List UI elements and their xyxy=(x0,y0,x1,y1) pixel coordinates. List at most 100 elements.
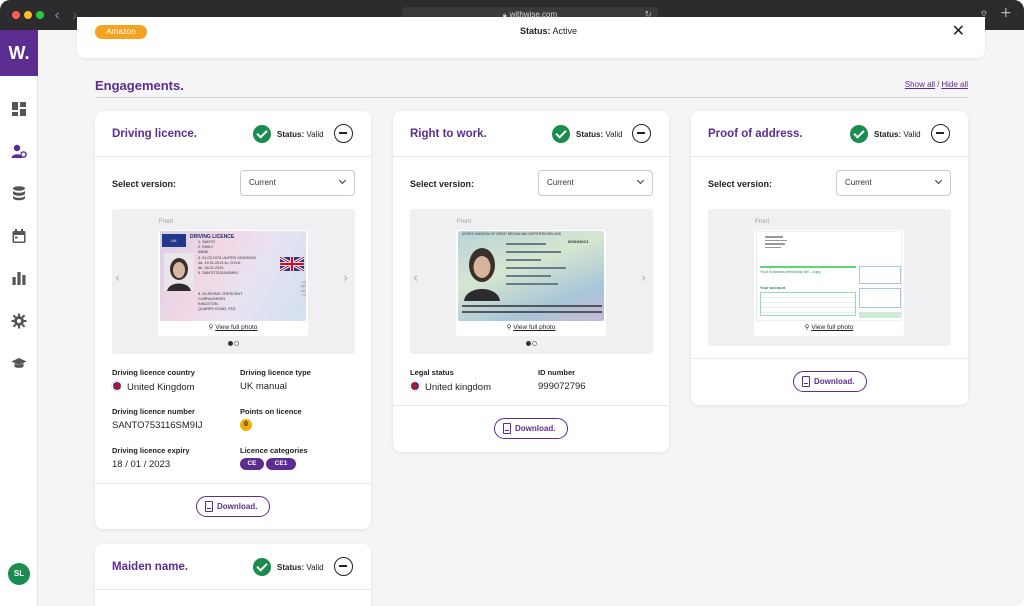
view-full-photo-link[interactable]: ⚲ View full photo xyxy=(456,323,606,331)
side-label: Front xyxy=(755,219,770,225)
close-window-dot[interactable] xyxy=(12,11,20,19)
country-code-badge: UK xyxy=(162,234,186,247)
field-value: 18 / 01 / 2023 xyxy=(112,459,171,470)
driving-licence-card: Driving licence. Status: Valid Select ve… xyxy=(95,111,371,529)
pager-dot[interactable] xyxy=(532,341,537,346)
mrz-lines xyxy=(462,305,602,313)
view-full-photo-link[interactable]: ⚲ View full photo xyxy=(754,323,904,331)
document-photo[interactable]: DRIVING LICENCE UK 1. SANTO 2. EMILY ANNE… xyxy=(158,230,308,336)
dashboard-icon[interactable] xyxy=(11,101,27,117)
gear-icon[interactable] xyxy=(11,313,27,329)
field-value: 999072796 xyxy=(538,381,586,392)
divider xyxy=(95,97,968,98)
version-select[interactable]: Current xyxy=(538,170,653,196)
pdf-icon xyxy=(503,423,511,434)
collapse-button[interactable] xyxy=(632,124,651,143)
maiden-name-card: Maiden name. Status: Valid xyxy=(95,544,371,606)
side-label: Front xyxy=(457,219,472,225)
version-select[interactable]: Current xyxy=(240,170,355,196)
field-value: SANTO753116SM9IJ xyxy=(112,420,203,431)
uk-flag-icon xyxy=(112,381,122,391)
chevron-left-icon[interactable]: ‹ xyxy=(54,7,60,23)
licence-details: 1. SANTO 2. EMILY ANNE 3. 01.03.1976 UNITE… xyxy=(198,240,256,276)
driving-licence-image: DRIVING LICENCE UK 1. SANTO 2. EMILY ANNE… xyxy=(160,231,306,321)
collapse-button[interactable] xyxy=(334,557,353,576)
passport-details xyxy=(506,243,602,291)
employer-badge: Amazon xyxy=(95,25,147,39)
right-to-work-card: Right to work. Status: Valid Select vers… xyxy=(393,111,669,452)
pager-dot-active[interactable] xyxy=(228,341,233,346)
bill-address-block xyxy=(765,236,787,248)
chevron-left-icon[interactable]: ‹ xyxy=(115,271,120,286)
chevron-right-icon[interactable]: › xyxy=(343,271,348,286)
check-circle-icon xyxy=(850,125,868,143)
bill-account: Your account xyxy=(760,285,786,290)
plus-icon[interactable]: + xyxy=(1000,6,1012,20)
field-label: Driving licence country xyxy=(112,368,195,377)
check-circle-icon xyxy=(253,558,271,576)
document-photo[interactable]: Your business electricity bill - copy Yo… xyxy=(754,230,904,336)
field-label: Driving licence expiry xyxy=(112,446,190,455)
user-settings-icon[interactable] xyxy=(11,143,27,159)
card-title: Proof of address. xyxy=(708,128,803,140)
country-value: United Kingdom xyxy=(112,381,195,393)
passport-header: UNITED KINGDOM OF GREAT BRITAIN AND NORT… xyxy=(462,232,562,236)
passport-image: UNITED KINGDOM OF GREAT BRITAIN AND NORT… xyxy=(458,231,604,321)
show-all-link[interactable]: Show all xyxy=(905,80,935,89)
logo[interactable]: W. xyxy=(0,30,38,76)
collapse-button[interactable] xyxy=(931,124,950,143)
calendar-icon[interactable] xyxy=(11,228,27,244)
field-label: ID number xyxy=(538,368,576,377)
legal-status-value: United kingdom xyxy=(410,381,491,393)
chevron-right-icon[interactable]: › xyxy=(641,271,646,286)
hide-all-link[interactable]: Hide all xyxy=(941,80,968,89)
minimize-window-dot[interactable] xyxy=(24,11,32,19)
collapse-button[interactable] xyxy=(334,124,353,143)
chevron-left-icon[interactable]: ‹ xyxy=(413,271,418,286)
close-icon[interactable]: ✕ xyxy=(952,21,965,40)
field-label: Driving licence type xyxy=(240,368,311,377)
union-flag-icon xyxy=(280,257,304,271)
avatar[interactable]: SL xyxy=(8,563,30,585)
chevron-down-icon xyxy=(934,176,943,185)
search-icon: ⚲ xyxy=(506,323,512,331)
document-gallery: Front Your business electricity bill - c… xyxy=(708,209,951,346)
divider xyxy=(95,589,371,590)
chevron-down-icon xyxy=(338,176,347,185)
proof-of-address-card: Proof of address. Status: Valid Select v… xyxy=(691,111,968,405)
chevron-down-icon xyxy=(636,176,645,185)
field-label: Licence categories xyxy=(240,446,308,455)
licence-address: 8. 26 IRVING CRESCENT CURRAGHEEN KINGSTON… xyxy=(198,292,243,311)
pager-dot[interactable] xyxy=(234,341,239,346)
database-icon[interactable] xyxy=(11,185,27,201)
bill-side-box xyxy=(859,288,901,308)
portrait-photo xyxy=(164,253,194,291)
document-photo[interactable]: UNITED KINGDOM OF GREAT BRITAIN AND NORT… xyxy=(456,230,606,336)
divider xyxy=(691,156,968,157)
search-icon: ⚲ xyxy=(804,323,810,331)
pdf-icon xyxy=(205,501,213,512)
download-button[interactable]: Download. xyxy=(494,418,568,439)
view-full-photo-link[interactable]: ⚲ View full photo xyxy=(158,323,308,331)
field-value: UK manual xyxy=(240,381,287,392)
section-title: Engagements. xyxy=(95,78,184,93)
side-label: Front xyxy=(159,219,174,225)
bar-chart-icon[interactable] xyxy=(11,270,27,286)
licence-side-text: TEST xyxy=(299,280,306,298)
category-badge: CE xyxy=(240,458,264,470)
download-button[interactable]: Download. xyxy=(196,496,270,517)
status-text: Status: Valid xyxy=(874,130,921,139)
field-label: Legal status xyxy=(410,368,454,377)
version-select[interactable]: Current xyxy=(836,170,951,196)
category-badge: CE1 xyxy=(266,458,296,470)
download-button[interactable]: Download. xyxy=(793,371,867,392)
field-label: Driving licence number xyxy=(112,407,195,416)
document-gallery: Front ‹ › UNITED KINGDOM OF GREAT BRITAI… xyxy=(410,209,653,354)
points-badge: 0 xyxy=(240,419,252,431)
graduation-cap-icon[interactable] xyxy=(11,355,27,371)
pager-dot-active[interactable] xyxy=(526,341,531,346)
search-icon: ⚲ xyxy=(208,323,214,331)
card-title: Right to work. xyxy=(410,128,487,140)
maximize-window-dot[interactable] xyxy=(36,11,44,19)
status-text: Status: Valid xyxy=(277,563,324,572)
